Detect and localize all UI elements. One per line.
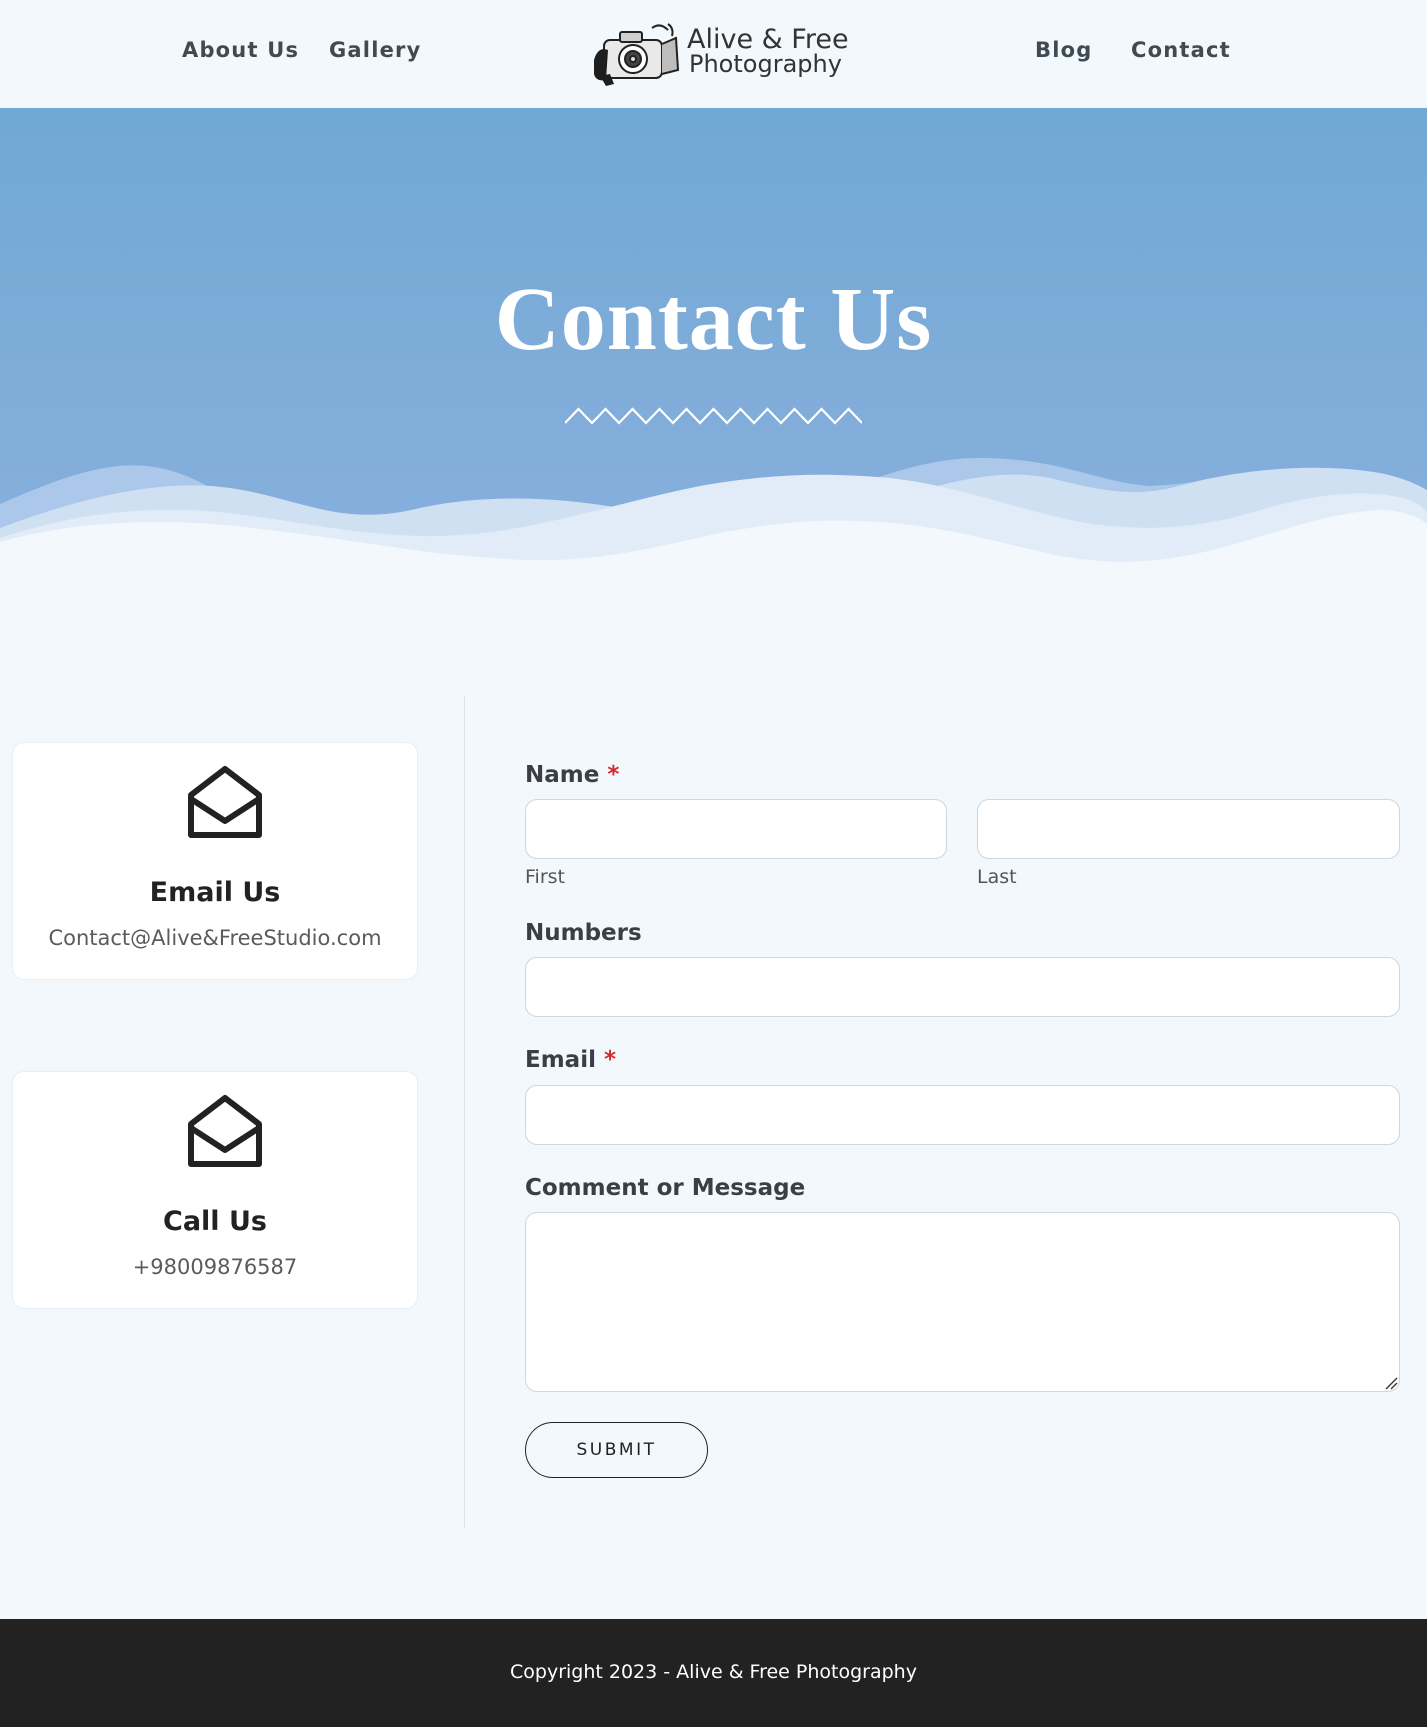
last-name-input[interactable] [977,799,1400,859]
nav-about-us[interactable]: About Us [182,38,299,62]
column-divider [464,696,465,1528]
site-header: About Us Gallery Alive & Free Photograph… [0,0,1427,108]
zigzag-divider [565,407,862,425]
numbers-input[interactable] [525,957,1400,1017]
last-sublabel: Last [977,866,1017,888]
message-textarea[interactable] [525,1212,1400,1392]
nav-blog[interactable]: Blog [1035,38,1092,62]
name-label: Name * [525,762,619,788]
hero-waves [0,458,1427,608]
phone-number[interactable]: +98009876587 [13,1255,417,1279]
envelope-open-icon [188,1095,262,1167]
site-logo[interactable]: Alive & Free Photography [590,20,849,90]
envelope-open-icon [188,766,262,838]
email-address[interactable]: Contact@Alive&FreeStudio.com [13,926,417,950]
email-label: Email * [525,1047,616,1073]
message-label: Comment or Message [525,1175,806,1201]
logo-subtitle: Photography [689,50,842,78]
required-indicator: * [603,1047,616,1073]
site-footer: Copyright 2023 - Alive & Free Photograph… [0,1619,1427,1727]
camera-logo-icon [594,23,680,86]
hero-banner: Contact Us [0,108,1427,608]
nav-gallery[interactable]: Gallery [329,38,422,62]
email-input[interactable] [525,1085,1400,1145]
email-us-card: Email Us Contact@Alive&FreeStudio.com [12,742,418,980]
copyright-text: Copyright 2023 - Alive & Free Photograph… [510,1661,917,1683]
required-indicator: * [607,762,620,788]
nav-contact[interactable]: Contact [1131,38,1231,62]
first-sublabel: First [525,866,565,888]
submit-button[interactable]: SUBMIT [525,1422,708,1478]
first-name-input[interactable] [525,799,947,859]
page-title: Contact Us [494,270,933,369]
card-title: Call Us [163,1206,267,1237]
call-us-card: Call Us +98009876587 [12,1071,418,1309]
email-label-text: Email [525,1047,596,1073]
numbers-label: Numbers [525,920,642,946]
name-label-text: Name [525,762,600,788]
card-title: Email Us [149,877,281,908]
